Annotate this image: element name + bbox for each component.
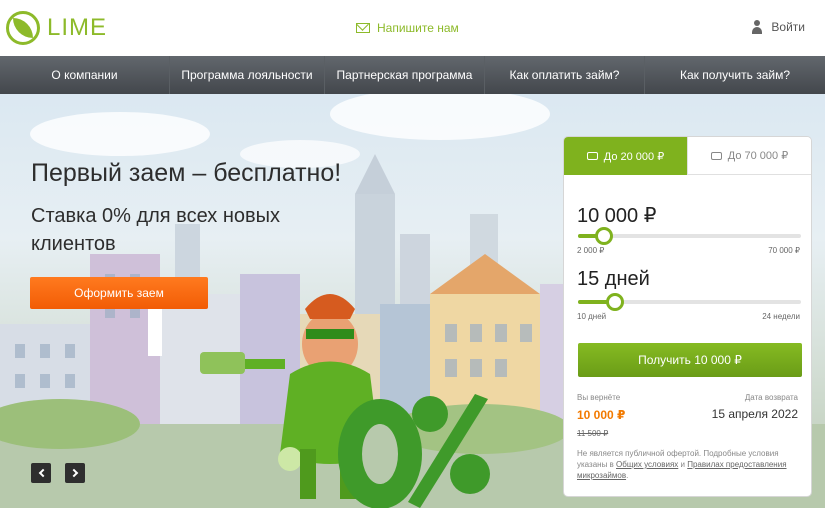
wallet-icon bbox=[586, 152, 598, 160]
write-us-link[interactable]: Напишите нам bbox=[356, 21, 459, 35]
logo-text: LIME bbox=[47, 14, 108, 41]
term-slider-handle[interactable] bbox=[606, 293, 625, 311]
amount-min: 2 000 ₽ bbox=[577, 246, 605, 255]
get-loan-button[interactable]: Получить 10 000 ₽ bbox=[578, 343, 802, 377]
nav-item-about[interactable]: О компании bbox=[0, 56, 170, 94]
login-link[interactable]: Войти bbox=[751, 20, 805, 34]
carousel-prev-button[interactable] bbox=[31, 463, 51, 483]
chevron-right-icon bbox=[69, 468, 78, 478]
return-date: 15 апреля 2022 bbox=[711, 407, 798, 421]
main-nav: О компании Программа лояльности Партнерс… bbox=[0, 56, 825, 94]
loan-calculator: До 20 000 ₽ До 70 000 ₽ 10 000 ₽ 2 000 ₽… bbox=[563, 136, 812, 497]
old-amount: 11 500 ₽ bbox=[577, 429, 609, 438]
nav-item-loyalty[interactable]: Программа лояльности bbox=[170, 56, 325, 94]
tab-label: До 20 000 ₽ bbox=[603, 150, 665, 163]
disclaimer-and: и bbox=[680, 460, 685, 469]
amount-tabs: До 20 000 ₽ До 70 000 ₽ bbox=[564, 137, 811, 175]
user-icon bbox=[751, 20, 763, 34]
nav-item-how-to-get[interactable]: Как получить займ? bbox=[645, 56, 825, 94]
tab-label: До 70 000 ₽ bbox=[727, 150, 789, 162]
nav-item-how-to-pay[interactable]: Как оплатить займ? bbox=[485, 56, 645, 94]
nav-item-partner[interactable]: Партнерская программа bbox=[325, 56, 485, 94]
chevron-left-icon bbox=[38, 468, 47, 478]
login-label: Войти bbox=[771, 20, 805, 34]
apply-loan-button[interactable]: Оформить заем bbox=[30, 277, 208, 309]
term-max: 24 недели bbox=[762, 312, 800, 321]
disclaimer: Не является публичной офертой. Подробные… bbox=[577, 448, 803, 481]
return-date-label: Дата возврата bbox=[744, 393, 798, 402]
lime-logo-icon bbox=[6, 11, 40, 45]
carousel-next-button[interactable] bbox=[65, 463, 85, 483]
term-min: 10 дней bbox=[577, 312, 607, 321]
selected-term: 15 дней bbox=[577, 268, 650, 290]
return-label: Вы вернёте bbox=[577, 393, 621, 402]
mail-icon bbox=[356, 23, 370, 33]
wallet-icon bbox=[710, 151, 722, 160]
amount-max: 70 000 ₽ bbox=[768, 246, 800, 255]
write-us-label: Напишите нам bbox=[377, 21, 459, 35]
site-header: LIME Напишите нам Войти bbox=[0, 0, 825, 56]
selected-amount: 10 000 ₽ bbox=[577, 205, 657, 227]
tab-up-to-70000[interactable]: До 70 000 ₽ bbox=[687, 137, 811, 175]
logo[interactable]: LIME bbox=[6, 11, 107, 45]
return-amount: 10 000 ₽ bbox=[577, 408, 626, 422]
disclaimer-end: . bbox=[626, 471, 629, 480]
amount-slider-handle[interactable] bbox=[595, 227, 614, 245]
hero-title: Первый заем – бесплатно! bbox=[31, 159, 342, 187]
general-terms-link[interactable]: Общих условиях bbox=[616, 460, 678, 469]
hero-subtitle: Ставка 0% для всех новых клиентов bbox=[31, 205, 280, 255]
tab-up-to-20000[interactable]: До 20 000 ₽ bbox=[564, 137, 687, 175]
